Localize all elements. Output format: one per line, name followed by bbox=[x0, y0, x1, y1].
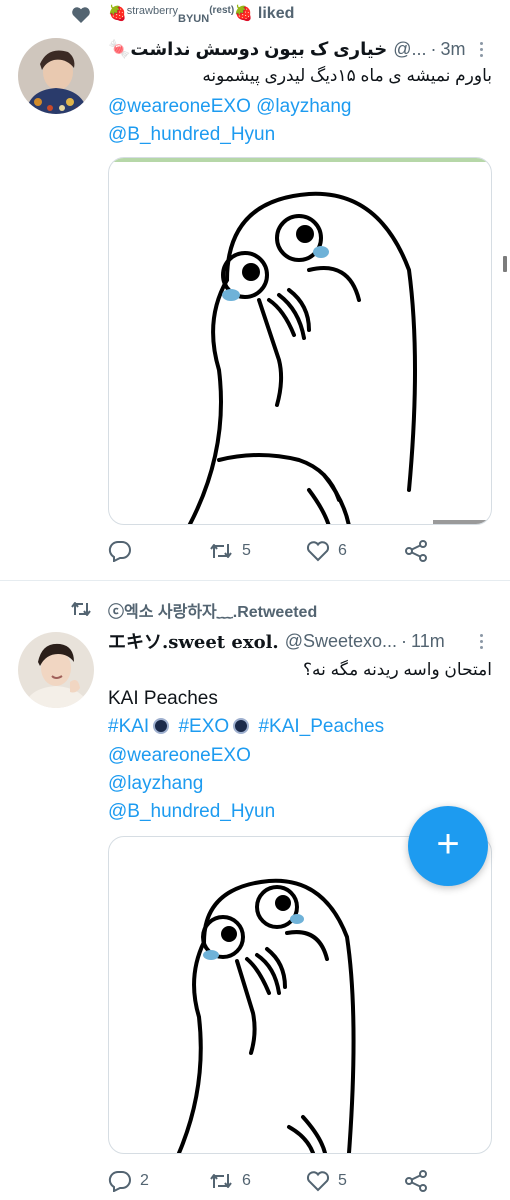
tweet-actions: 5 6 bbox=[108, 536, 450, 566]
share-icon bbox=[405, 1170, 427, 1192]
retweet-context[interactable]: ⓒ엑소 사랑하자﹏.Retweeted bbox=[0, 594, 510, 624]
liked-by-name-part: strawberry bbox=[126, 5, 179, 17]
heart-icon bbox=[70, 5, 92, 25]
share-icon bbox=[405, 540, 427, 562]
hashtag-exo[interactable]: #EXO bbox=[178, 716, 229, 737]
retweeted-by-text: ⓒ엑소 사랑하자﹏.Retweeted bbox=[108, 604, 318, 621]
reply-icon bbox=[108, 1170, 131, 1192]
mention[interactable]: @layzhang bbox=[108, 773, 203, 795]
retweet-icon bbox=[210, 1174, 232, 1188]
tweet-header: エキソ.sweet exol. @Sweetexo... · 11m bbox=[108, 628, 490, 654]
hashtag-kai-peaches[interactable]: #KAI_Peaches bbox=[258, 716, 384, 737]
reply-button[interactable]: 2 bbox=[108, 1170, 206, 1192]
avatar[interactable] bbox=[18, 38, 94, 114]
hashtag-kai[interactable]: #KAI bbox=[108, 716, 149, 737]
tweet-time[interactable]: 3m bbox=[440, 39, 465, 60]
mention[interactable]: @weareoneEXO bbox=[108, 745, 251, 767]
exo-badge-icon bbox=[153, 718, 170, 734]
strawberry-decoration: 🍓 bbox=[108, 5, 127, 22]
more-options-icon[interactable] bbox=[472, 630, 490, 652]
retweet-icon bbox=[70, 599, 92, 619]
liked-label: liked bbox=[257, 5, 295, 22]
mention-line[interactable]: @weareoneEXO @layzhang bbox=[108, 96, 351, 118]
retweet-count: 5 bbox=[242, 542, 251, 559]
tweet-text-line: KAI Peaches bbox=[108, 688, 218, 709]
compose-tweet-button[interactable]: + bbox=[408, 806, 488, 886]
tweet-actions: 2 6 5 bbox=[108, 1166, 450, 1196]
reply-button[interactable] bbox=[108, 540, 206, 562]
retweet-count: 6 bbox=[242, 1172, 251, 1189]
like-button[interactable]: 6 bbox=[306, 540, 404, 562]
liked-context-text: 🍓 strawberry BYUN (rest) 🍓 liked bbox=[108, 4, 295, 25]
like-icon bbox=[306, 1171, 330, 1192]
strawberry-decoration-2: 🍓 bbox=[234, 5, 253, 22]
like-icon bbox=[306, 541, 330, 562]
liked-context[interactable]: 🍓 strawberry BYUN (rest) 🍓 liked bbox=[0, 0, 510, 30]
tweet-media-image[interactable] bbox=[108, 157, 492, 525]
retweet-button[interactable]: 5 bbox=[208, 541, 306, 561]
avatar[interactable] bbox=[18, 632, 94, 708]
author-handle[interactable]: @... bbox=[393, 39, 426, 60]
reply-icon bbox=[108, 540, 131, 562]
author-name[interactable]: خیاری ک بیون دوسش نداشت🍬 bbox=[108, 39, 387, 60]
exo-badge-icon bbox=[233, 718, 250, 734]
mention-line[interactable]: @B_hundred_Hyun bbox=[108, 124, 275, 146]
share-button[interactable] bbox=[404, 540, 428, 562]
reply-count: 2 bbox=[140, 1172, 149, 1189]
liked-by-name-sup: (rest) bbox=[209, 5, 235, 16]
like-count: 5 bbox=[338, 1172, 347, 1189]
like-count: 6 bbox=[338, 542, 347, 559]
tweet-text: امتحان واسه ریدنه مگه نه؟ bbox=[303, 660, 492, 679]
retweet-icon bbox=[210, 544, 232, 558]
tweet-divider bbox=[0, 580, 510, 581]
tweet-header: خیاری ک بیون دوسش نداشت🍬 @... · 3m bbox=[108, 36, 490, 62]
author-name[interactable]: エキソ.sweet exol. bbox=[108, 628, 279, 654]
share-button[interactable] bbox=[404, 1170, 428, 1192]
liked-by-name-sub: BYUN bbox=[178, 13, 210, 25]
separator-dot: · bbox=[430, 38, 437, 59]
tweet-text: باورم نمیشه ی ماه ۱۵دیگ لیدری پیشمونه bbox=[202, 66, 492, 85]
like-button[interactable]: 5 bbox=[306, 1170, 404, 1192]
retweet-button[interactable]: 6 bbox=[208, 1171, 306, 1191]
more-options-icon[interactable] bbox=[472, 38, 490, 60]
tweet-time[interactable]: 11m bbox=[411, 631, 445, 652]
compose-plus-icon: + bbox=[436, 822, 460, 866]
hashtag-line: #KAI #EXO #KAI_Peaches bbox=[108, 716, 384, 738]
author-handle[interactable]: @Sweetexo... bbox=[285, 631, 397, 652]
mention[interactable]: @B_hundred_Hyun bbox=[108, 801, 275, 823]
scrollbar-thumb[interactable] bbox=[503, 256, 507, 272]
separator-dot: · bbox=[401, 630, 408, 651]
